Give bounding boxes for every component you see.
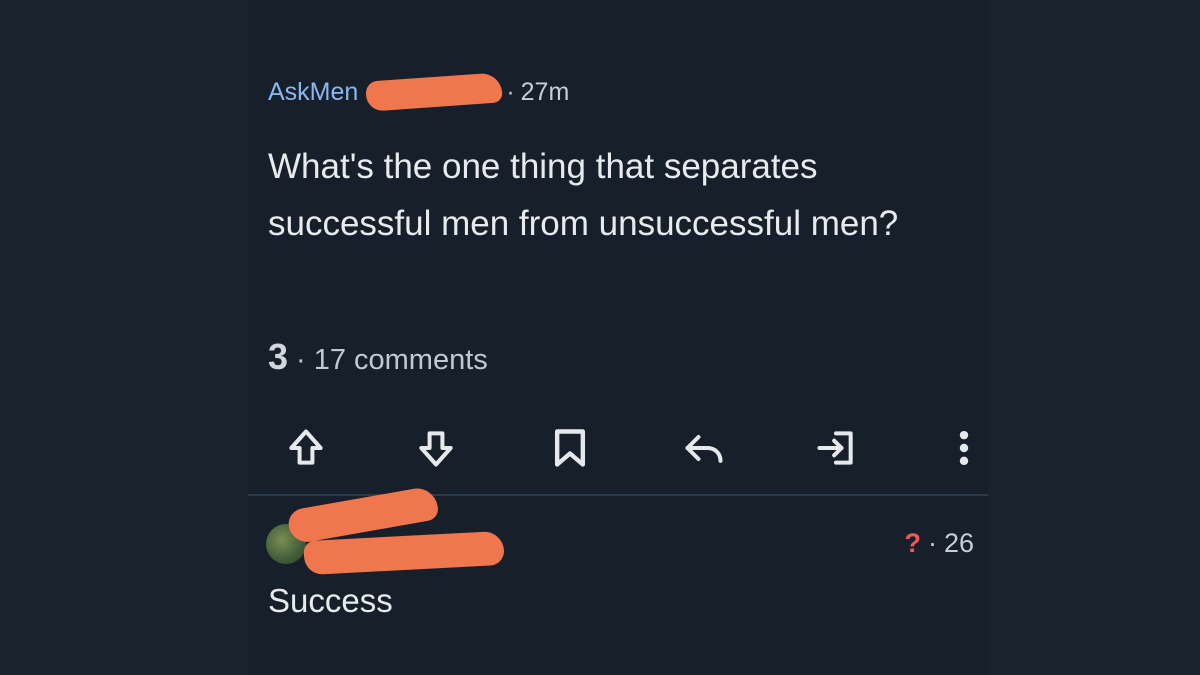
post-stats: 3 · 17 comments <box>268 336 488 378</box>
comment-age: 26 <box>943 528 974 558</box>
comment-header: ? · 26 <box>266 485 986 576</box>
comment-score: ? <box>904 528 921 558</box>
downvote-button[interactable] <box>408 420 464 476</box>
post-meta: AskMen · 27m <box>268 72 570 112</box>
meta-separator: · <box>506 77 515 106</box>
comment-text: Success <box>268 582 393 619</box>
comment-meta: ? · 26 <box>904 528 974 559</box>
subreddit-link[interactable]: AskMen <box>268 78 358 107</box>
upvote-icon <box>289 429 323 465</box>
post-title[interactable]: What's the one thing that separates succ… <box>268 138 968 252</box>
bookmark-icon <box>554 429 586 467</box>
downvote-icon <box>419 431 453 467</box>
comment-meta-separator: · <box>927 528 937 558</box>
save-button[interactable] <box>542 420 598 476</box>
share-button[interactable] <box>808 420 864 476</box>
more-options-button[interactable] <box>936 420 992 476</box>
post-age: 27m <box>520 77 570 106</box>
comment-count[interactable]: 17 comments <box>314 344 488 377</box>
more-options-icon <box>959 430 969 466</box>
share-icon <box>817 431 853 465</box>
action-bar <box>266 420 986 476</box>
divider <box>248 494 988 496</box>
screen: AskMen · 27m What's the one thing that s… <box>0 0 1200 675</box>
redacted-username <box>365 72 504 112</box>
post-card: AskMen · 27m What's the one thing that s… <box>248 0 988 675</box>
reply-button[interactable] <box>676 420 732 476</box>
stats-separator: · <box>296 344 306 376</box>
post-score: 3 <box>268 336 289 377</box>
reply-icon <box>685 434 723 463</box>
upvote-button[interactable] <box>278 420 334 476</box>
